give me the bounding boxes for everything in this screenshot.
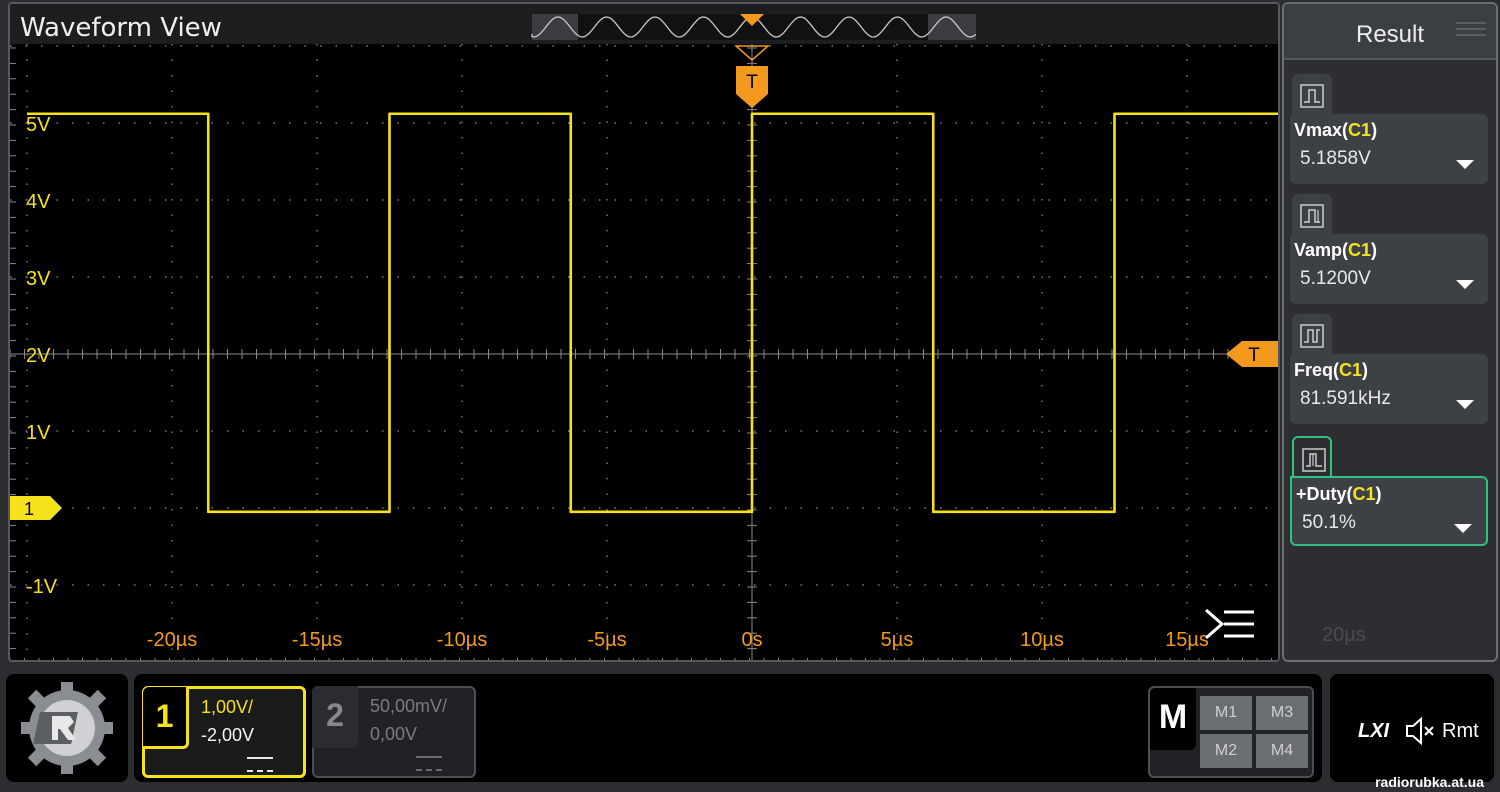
chevron-down-icon[interactable] [1454, 524, 1472, 533]
voltage-label: -1V [26, 576, 58, 598]
measurement-name: Freq [1294, 360, 1334, 380]
home-button[interactable] [6, 674, 128, 782]
channel-number: 1 [143, 687, 189, 749]
measurement-value: 5.1200V [1300, 268, 1371, 289]
channel-offset: 0,00V [370, 724, 418, 744]
voltage-label: 4V [26, 191, 51, 213]
result-menu-icon[interactable] [1456, 18, 1486, 40]
voltage-label: 3V [26, 268, 51, 290]
voltage-label: 1V [26, 422, 51, 444]
channel-scale: 1,00V/ [201, 697, 254, 717]
brand-logo-icon [21, 682, 113, 774]
channel-offset: -2,00V [201, 725, 255, 745]
measurement-channel: C1 [1339, 360, 1363, 380]
measurement-name: +Duty [1296, 484, 1347, 504]
time-label: -5µs [587, 629, 626, 651]
math-m3-button[interactable]: M3 [1256, 696, 1308, 730]
waveform-canvas[interactable]: 5V 4V 3V 2V 1V -1V -20µs -15µs -10µs -5µs 0s 5µs 10µ… [10, 4, 1280, 662]
measurement-name: Vmax [1294, 120, 1343, 140]
result-title: Result [1356, 21, 1425, 48]
measurement-channel: C1 [1348, 120, 1372, 140]
time-label: 0s [741, 629, 762, 651]
dc-coupling-icon [247, 757, 273, 772]
waveform-title: Waveform View [20, 13, 222, 43]
status-area: LXI Rmt radiorubka.at.ua [1330, 674, 1494, 790]
math-m2-button[interactable]: M2 [1200, 734, 1252, 768]
waveform-header: Waveform View [10, 4, 1278, 44]
measurement-value: 81.591kHz [1300, 388, 1391, 409]
measurement-channel: C1 [1348, 240, 1372, 260]
channel-scale: 50,00mV/ [370, 696, 448, 716]
channel-1-button[interactable]: 1 1,00V/ -2,00V [142, 686, 306, 778]
bottom-bar: 1 1,00V/ -2,00V 2 50,00mV/ 0,00V M M1 M3… [0, 666, 1500, 792]
measurement-channel: C1 [1352, 484, 1376, 504]
oscilloscope-screen: 5V 4V 3V 2V 1V -1V -20µs -15µs -10µs -5µs 0s 5µs 10µ… [0, 0, 1500, 792]
lxi-status: LXI [1358, 720, 1390, 742]
time-label: 5µs [881, 629, 914, 651]
time-label: -20µs [147, 629, 197, 651]
result-panel: Result Vmax(C1) 5.1858V Vamp(C1) 5.1200V… [1282, 2, 1498, 662]
pulse-icon [1292, 436, 1332, 480]
math-button[interactable]: M [1150, 688, 1196, 750]
math-m1-button[interactable]: M1 [1200, 696, 1252, 730]
voltage-label: 2V [26, 345, 51, 367]
time-label: 15µs [1165, 629, 1209, 651]
channel-bar: 1 1,00V/ -2,00V 2 50,00mV/ 0,00V M M1 M3… [134, 674, 1322, 782]
math-panel: M M1 M3 M2 M4 [1148, 686, 1314, 778]
voltage-label: 5V [26, 114, 51, 136]
pulse-icon [1292, 74, 1332, 118]
measurement-value: 5.1858V [1300, 148, 1371, 169]
channel-1-trace [27, 112, 1278, 514]
chevron-down-icon[interactable] [1456, 400, 1474, 409]
remote-status: Rmt [1442, 720, 1479, 742]
time-label: -10µs [437, 629, 487, 651]
measurement-name: Vamp [1294, 240, 1343, 260]
pulse-icon [1292, 194, 1332, 238]
pulse-icon [1292, 314, 1332, 358]
measurement-value: 50.1% [1302, 512, 1356, 533]
math-m4-button[interactable]: M4 [1256, 734, 1308, 768]
channel-number: 2 [312, 686, 358, 748]
channel-2-button[interactable]: 2 50,00mV/ 0,00V [312, 686, 476, 778]
time-label-behind-panel: 20µs [1322, 624, 1366, 646]
chevron-down-icon[interactable] [1456, 280, 1474, 289]
dc-coupling-icon [416, 756, 442, 771]
time-label: -15µs [292, 629, 342, 651]
result-header: Result [1284, 4, 1496, 60]
waveform-view[interactable]: 5V 4V 3V 2V 1V -1V -20µs -15µs -10µs -5µs 0s 5µs 10µ… [8, 2, 1280, 662]
time-label: 10µs [1020, 629, 1064, 651]
watermark: radiorubka.at.ua [1375, 774, 1484, 790]
chevron-down-icon[interactable] [1456, 160, 1474, 169]
speaker-muted-icon[interactable] [1404, 716, 1438, 746]
